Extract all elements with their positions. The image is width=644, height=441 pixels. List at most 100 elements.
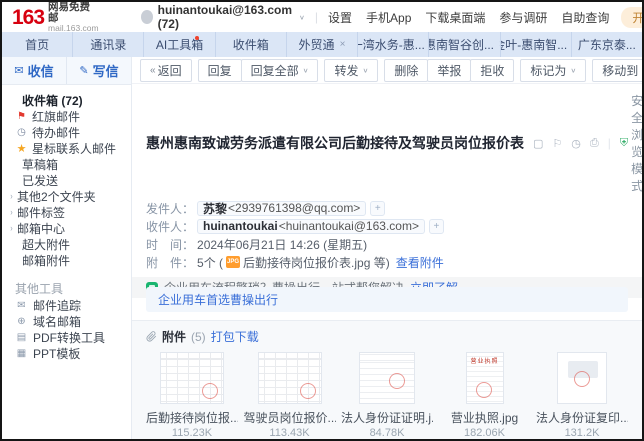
tab-mail-huinan[interactable]: 惠南智谷创...×	[429, 32, 500, 57]
attachment-name: 法人身份证证明.j...	[341, 409, 433, 426]
sidebar-item-starred[interactable]: ★星标联系人邮件	[2, 140, 131, 156]
globe-icon: ⊕	[15, 316, 28, 327]
schedule-icon[interactable]: ◷	[571, 137, 581, 150]
report-button[interactable]: 举报	[427, 59, 471, 82]
attachment-size: 113.43K	[269, 427, 309, 439]
reply-button[interactable]: 回复	[198, 59, 242, 82]
move-to-button[interactable]: 移动到∨	[592, 59, 644, 82]
brand-logo[interactable]: 163 网易免费邮 mail.163.com	[12, 2, 99, 33]
sidebar-item-flagged[interactable]: ⚑红旗邮件	[2, 108, 131, 124]
attachment-thumbnail[interactable]	[359, 352, 415, 404]
attachments-section: 附件 (5) 打包下载 后勤接待岗位报... 115.23K 驾驶员岗位报价..…	[132, 320, 642, 439]
sidebar-item-labels[interactable]: ›邮件标签	[2, 204, 131, 220]
settings-link[interactable]: 设置	[328, 9, 352, 26]
divider: |	[608, 136, 611, 150]
webmail-window: 163 网易免费邮 mail.163.com huinantoukai@163.…	[0, 0, 644, 441]
tab-inbox[interactable]: 收件箱	[216, 32, 287, 57]
sidebar-item-ppt-templates[interactable]: ▦PPT模板	[2, 345, 131, 361]
safe-browse-toggle[interactable]: ⛨ 安全浏览模式 ∨	[620, 92, 644, 194]
delete-button[interactable]: 删除	[384, 59, 428, 82]
attachment-thumbnail[interactable]	[258, 352, 322, 404]
attachment-item[interactable]: 后勤接待岗位报... 115.23K	[146, 352, 238, 439]
self-service-link[interactable]: 自助查询	[561, 9, 609, 26]
sidebar-item-mail-tracking[interactable]: ✉邮件追踪	[2, 297, 131, 313]
chevron-down-icon: ∨	[303, 66, 309, 73]
view-attachments-link[interactable]: 查看附件	[396, 254, 444, 271]
sidebar-item-drafts[interactable]: 草稿箱	[2, 156, 131, 172]
body-ad-link[interactable]: 企业用车首选曹操出行	[158, 291, 278, 308]
survey-link[interactable]: 参与调研	[499, 9, 547, 26]
product-name: 网易免费邮	[48, 2, 99, 24]
tab-ai-toolbox[interactable]: AI工具箱	[144, 32, 215, 57]
receive-mail-button[interactable]: ✉ 收信	[2, 57, 66, 84]
pencil-icon: ✎	[79, 64, 88, 77]
header-divider: |	[315, 10, 318, 24]
attachments-header: 附件 (5) 打包下载	[146, 328, 628, 345]
account-email: huinantoukai@163.com (72)	[158, 3, 294, 31]
mail-toolbar: «返回 回复 回复全部∨ 转发∨ 删除 举报 拒收 标记为∨	[132, 57, 642, 84]
recipient-pill[interactable]: huinantoukai<huinantoukai@163.com>	[197, 219, 425, 234]
mark-as-button[interactable]: 标记为∨	[520, 59, 586, 82]
folder-list: 收件箱 (72) ⚑红旗邮件 ◷待办邮件 ★星标联系人邮件 草稿箱 已发送 ›其…	[2, 85, 131, 268]
tab-home[interactable]: 首页	[2, 32, 73, 57]
sidebar-item-sent[interactable]: 已发送	[2, 172, 131, 188]
attachment-label: 附 件：	[146, 254, 194, 271]
back-icon: «	[150, 65, 154, 76]
sidebar-item-domain-mail[interactable]: ⊕域名邮箱	[2, 313, 131, 329]
close-icon[interactable]: ×	[340, 39, 346, 50]
tab-mail-yiwan[interactable]: 一湾水务-惠...×	[358, 32, 429, 57]
tab-mail-jingtai[interactable]: 广东京泰...	[572, 32, 642, 57]
attachment-item[interactable]: 驾驶员岗位报价... 113.43K	[244, 352, 336, 439]
from-row: 发件人： 苏黎<2939761398@qq.com> +	[146, 200, 628, 216]
sidebar-item-mail-attachments[interactable]: 邮箱附件	[2, 252, 131, 268]
tab-foreign-trade[interactable]: 外贸通×	[287, 32, 358, 57]
reject-button[interactable]: 拒收	[470, 59, 514, 82]
attachment-item[interactable]: 营业执照 营业执照.jpg 182.06K	[439, 352, 531, 439]
add-contact-icon[interactable]: +	[370, 201, 385, 216]
sidebar-item-large-attachments[interactable]: 超大附件	[2, 236, 131, 252]
attachment-thumbnail[interactable]	[557, 352, 607, 404]
compose-mail-button[interactable]: ✎ 写信	[66, 57, 131, 84]
tab-contacts[interactable]: 通讯录	[73, 32, 144, 57]
attachments-count: (5)	[191, 330, 206, 344]
new-dot-icon	[195, 36, 199, 40]
to-row: 收件人： huinantoukai<huinantoukai@163.com> …	[146, 218, 628, 234]
time-value: 2024年06月21日 14:26 (星期五)	[197, 236, 367, 253]
account-menu[interactable]: huinantoukai@163.com (72) ∨	[141, 3, 305, 31]
sidebar-item-inbox[interactable]: 收件箱 (72)	[2, 92, 131, 108]
sidebar-actions: ✉ 收信 ✎ 写信	[2, 57, 131, 85]
other-tools-header: 其他工具	[2, 281, 131, 297]
attachment-item[interactable]: 法人身份证复印... 131.2K	[536, 352, 628, 439]
clock-icon: ◷	[15, 127, 28, 138]
subject-row: 惠州惠南致诚劳务派遣有限公司后勤接待及驾驶员岗位报价表 ▢ ⚐ ◷ ⎙ | ⛨ …	[132, 84, 642, 197]
print-icon[interactable]: ⎙	[590, 137, 599, 150]
attachment-thumbnail[interactable]	[160, 352, 224, 404]
membership-button[interactable]: 开通邮箱会员 618	[621, 7, 644, 28]
red-flag-icon: ⚑	[15, 111, 28, 122]
add-contact-icon[interactable]: +	[429, 219, 444, 234]
sidebar-item-todo[interactable]: ◷待办邮件	[2, 124, 131, 140]
sender-pill[interactable]: 苏黎<2939761398@qq.com>	[197, 201, 366, 216]
flag-icon[interactable]: ⚐	[552, 137, 562, 150]
paperclip-icon	[146, 331, 157, 342]
attachment-first-file: 后勤接待岗位报价表.jpg 等)	[243, 254, 390, 271]
sidebar-item-mail-center[interactable]: ›邮箱中心	[2, 220, 131, 236]
top-header: 163 网易免费邮 mail.163.com huinantoukai@163.…	[2, 2, 642, 32]
ppt-grid-icon: ▦	[15, 348, 28, 359]
desktop-app-link[interactable]: 下载桌面端	[425, 9, 485, 26]
mail-icon: ✉	[14, 64, 23, 77]
attachment-thumbnail[interactable]: 营业执照	[466, 352, 504, 404]
reply-all-button[interactable]: 回复全部∨	[241, 59, 319, 82]
mobile-app-link[interactable]: 手机App	[366, 9, 411, 26]
sidebar-item-other-folders[interactable]: ›其他2个文件夹	[2, 188, 131, 204]
attachment-name: 营业执照.jpg	[451, 409, 518, 426]
forward-button[interactable]: 转发∨	[324, 59, 378, 82]
license-thumb-text: 营业执照	[467, 356, 503, 365]
bookmark-icon[interactable]: ▢	[533, 137, 543, 150]
sidebar-item-pdf-tools[interactable]: ▤PDF转换工具	[2, 329, 131, 345]
tab-mail-jinye[interactable]: 金叶-惠南智...×	[501, 32, 572, 57]
download-all-link[interactable]: 打包下载	[211, 328, 259, 345]
attachment-item[interactable]: 法人身份证证明.j... 84.78K	[341, 352, 433, 439]
back-button[interactable]: «返回	[140, 59, 192, 82]
body-ad-placeholder: 企业用车首选曹操出行	[146, 287, 628, 312]
